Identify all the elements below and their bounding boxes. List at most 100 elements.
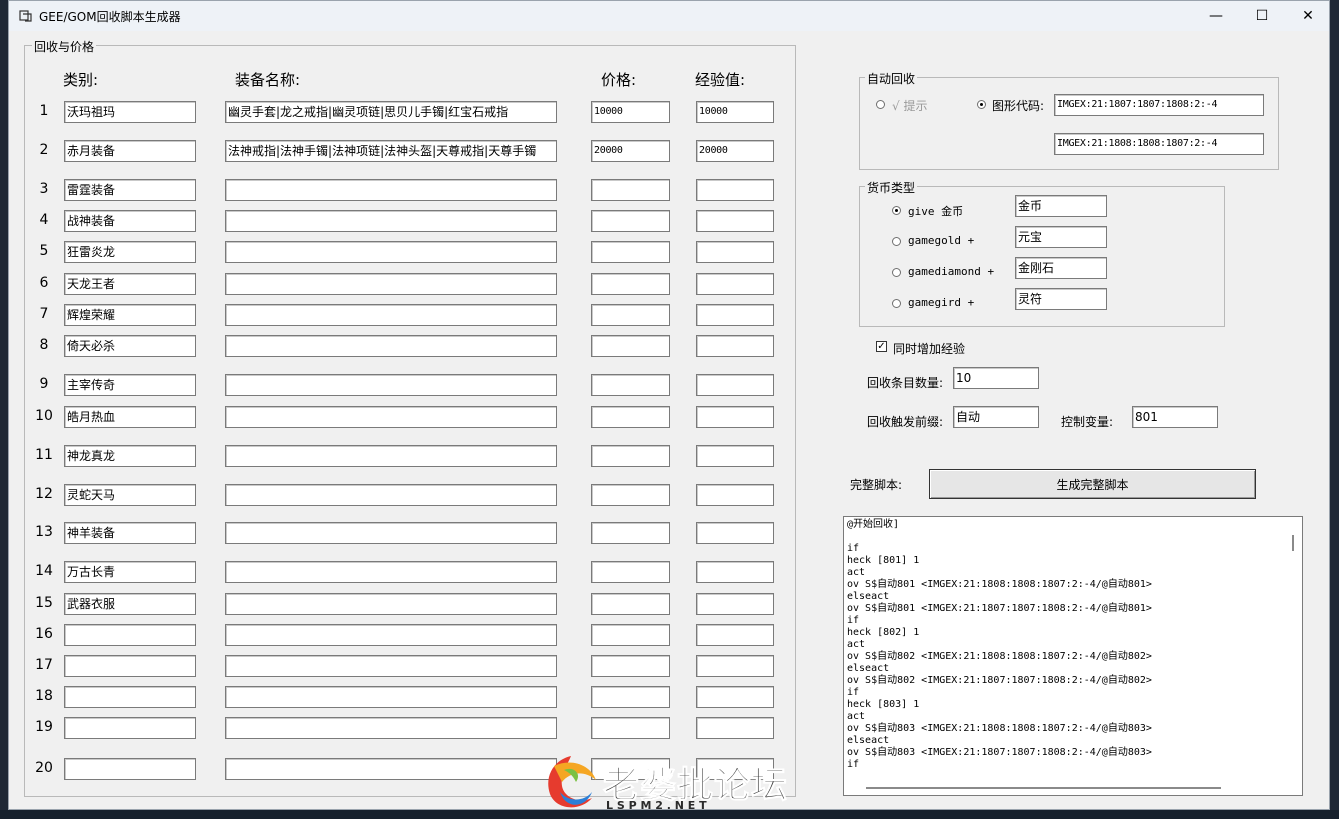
price-input[interactable]: 10000 <box>591 101 670 123</box>
script-output-textarea[interactable]: @开始回收] if heck [801] 1 act ov S$自动801 <IMGEX… <box>843 516 1303 796</box>
vertical-scroll-thumb[interactable] <box>1292 535 1294 551</box>
category-input[interactable]: 战神装备 <box>64 210 196 232</box>
price-input[interactable] <box>591 686 670 708</box>
category-input[interactable] <box>64 686 196 708</box>
price-input[interactable] <box>591 655 670 677</box>
currency-value-input[interactable]: 元宝 <box>1015 226 1107 248</box>
price-input[interactable] <box>591 241 670 263</box>
close-button[interactable]: ✕ <box>1285 1 1331 31</box>
category-input[interactable]: 万古长青 <box>64 561 196 583</box>
equip-names-input[interactable] <box>225 758 557 780</box>
equip-names-input[interactable]: 幽灵手套|龙之戒指|幽灵项链|思贝儿手镯|红宝石戒指 <box>225 101 557 123</box>
maximize-button[interactable]: ☐ <box>1239 1 1285 31</box>
exp-input[interactable] <box>696 561 774 583</box>
price-input[interactable] <box>591 624 670 646</box>
category-input[interactable]: 雷霆装备 <box>64 179 196 201</box>
radio-hint[interactable] <box>876 100 885 109</box>
category-input[interactable]: 神龙真龙 <box>64 445 196 467</box>
category-input[interactable]: 辉煌荣耀 <box>64 304 196 326</box>
price-input[interactable] <box>591 406 670 428</box>
exp-input[interactable] <box>696 210 774 232</box>
exp-input[interactable] <box>696 179 774 201</box>
price-input[interactable] <box>591 445 670 467</box>
currency-value-input[interactable]: 金刚石 <box>1015 257 1107 279</box>
equip-names-input[interactable] <box>225 179 557 201</box>
category-input[interactable] <box>64 758 196 780</box>
category-input[interactable] <box>64 624 196 646</box>
exp-input[interactable] <box>696 686 774 708</box>
category-input[interactable]: 沃玛祖玛 <box>64 101 196 123</box>
exp-input[interactable] <box>696 273 774 295</box>
price-input[interactable] <box>591 522 670 544</box>
graphic-code-input-1[interactable]: IMGEX:21:1807:1807:1808:2:-4 <box>1054 94 1264 116</box>
equip-names-input[interactable] <box>225 304 557 326</box>
exp-input[interactable]: 10000 <box>696 101 774 123</box>
price-input[interactable] <box>591 561 670 583</box>
category-input[interactable]: 灵蛇天马 <box>64 484 196 506</box>
add-exp-checkbox[interactable]: ✓ <box>876 341 887 352</box>
exp-input[interactable] <box>696 406 774 428</box>
currency-radio[interactable] <box>892 237 901 246</box>
currency-value-input[interactable]: 灵符 <box>1015 288 1107 310</box>
exp-input[interactable] <box>696 484 774 506</box>
equip-names-input[interactable] <box>225 484 557 506</box>
category-input[interactable] <box>64 717 196 739</box>
graphic-code-input-2[interactable]: IMGEX:21:1808:1808:1807:2:-4 <box>1054 133 1264 155</box>
category-input[interactable]: 神羊装备 <box>64 522 196 544</box>
equip-names-input[interactable] <box>225 241 557 263</box>
equip-names-input[interactable] <box>225 445 557 467</box>
currency-value-input[interactable]: 金币 <box>1015 195 1107 217</box>
equip-names-input[interactable] <box>225 210 557 232</box>
category-input[interactable]: 武器衣服 <box>64 593 196 615</box>
price-input[interactable] <box>591 179 670 201</box>
horizontal-scroll-thumb[interactable] <box>866 787 1221 789</box>
generate-script-button[interactable]: 生成完整脚本 <box>929 469 1256 499</box>
price-input[interactable]: 20000 <box>591 140 670 162</box>
currency-radio[interactable] <box>892 206 901 215</box>
equip-names-input[interactable] <box>225 717 557 739</box>
equip-names-input[interactable] <box>225 406 557 428</box>
title-bar[interactable]: GEE/GOM回收脚本生成器 — ☐ ✕ <box>9 1 1329 31</box>
control-var-input[interactable]: 801 <box>1132 406 1218 428</box>
equip-names-input[interactable] <box>225 686 557 708</box>
exp-input[interactable] <box>696 717 774 739</box>
minimize-button[interactable]: — <box>1193 1 1239 31</box>
equip-names-input[interactable] <box>225 374 557 396</box>
price-input[interactable] <box>591 593 670 615</box>
exp-input[interactable] <box>696 624 774 646</box>
equip-names-input[interactable] <box>225 561 557 583</box>
exp-input[interactable] <box>696 593 774 615</box>
equip-names-input[interactable] <box>225 273 557 295</box>
equip-names-input[interactable] <box>225 655 557 677</box>
category-input[interactable]: 主宰传奇 <box>64 374 196 396</box>
equip-names-input[interactable]: 法神戒指|法神手镯|法神项链|法神头盔|天尊戒指|天尊手镯 <box>225 140 557 162</box>
category-input[interactable]: 赤月装备 <box>64 140 196 162</box>
equip-names-input[interactable] <box>225 593 557 615</box>
exp-input[interactable] <box>696 304 774 326</box>
price-input[interactable] <box>591 210 670 232</box>
category-input[interactable]: 天龙王者 <box>64 273 196 295</box>
price-input[interactable] <box>591 717 670 739</box>
exp-input[interactable] <box>696 655 774 677</box>
currency-radio[interactable] <box>892 299 901 308</box>
currency-radio[interactable] <box>892 268 901 277</box>
count-input[interactable]: 10 <box>953 367 1039 389</box>
exp-input[interactable] <box>696 335 774 357</box>
price-input[interactable] <box>591 273 670 295</box>
exp-input[interactable] <box>696 241 774 263</box>
category-input[interactable]: 皓月热血 <box>64 406 196 428</box>
equip-names-input[interactable] <box>225 335 557 357</box>
price-input[interactable] <box>591 374 670 396</box>
exp-input[interactable] <box>696 522 774 544</box>
exp-input[interactable] <box>696 445 774 467</box>
category-input[interactable]: 倚天必杀 <box>64 335 196 357</box>
radio-graphic-code[interactable] <box>977 100 986 109</box>
equip-names-input[interactable] <box>225 624 557 646</box>
price-input[interactable] <box>591 484 670 506</box>
prefix-input[interactable]: 自动 <box>953 406 1039 428</box>
price-input[interactable] <box>591 304 670 326</box>
category-input[interactable]: 狂雷炎龙 <box>64 241 196 263</box>
category-input[interactable] <box>64 655 196 677</box>
exp-input[interactable]: 20000 <box>696 140 774 162</box>
exp-input[interactable] <box>696 374 774 396</box>
